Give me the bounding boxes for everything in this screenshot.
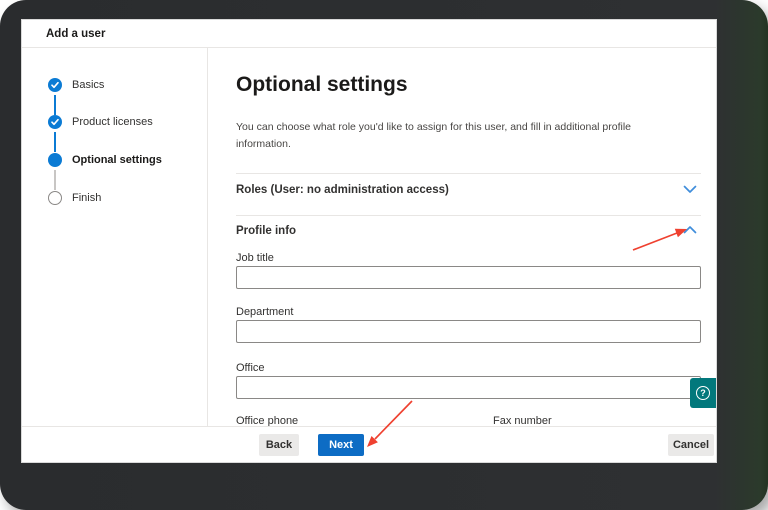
wizard-step-label: Product licenses	[72, 116, 153, 128]
back-button[interactable]: Back	[259, 434, 299, 456]
department-label: Department	[236, 306, 294, 318]
roles-section-label: Roles (User: no administration access)	[236, 184, 449, 196]
wizard-step-optional-settings[interactable]: Optional settings	[48, 153, 162, 167]
fax-number-label: Fax number	[493, 415, 552, 426]
add-user-dialog: Add a user Basics Product licenses Optio…	[22, 20, 716, 462]
wizard-step-product-licenses[interactable]: Product licenses	[48, 115, 153, 129]
chevron-down-icon[interactable]	[683, 181, 697, 199]
step-current-dot-icon	[48, 153, 62, 167]
office-input[interactable]	[236, 376, 701, 399]
step-connector	[54, 95, 56, 115]
dialog-title: Add a user	[46, 27, 106, 40]
wizard-step-label: Basics	[72, 79, 105, 91]
step-complete-check-icon	[48, 78, 62, 92]
roles-accordion-header[interactable]: Roles (User: no administration access)	[236, 177, 701, 203]
chevron-up-icon[interactable]	[683, 222, 697, 240]
step-complete-check-icon	[48, 115, 62, 129]
screenshot-stage: Add a user Basics Product licenses Optio…	[0, 0, 768, 510]
optional-settings-panel: Optional settings You can choose what ro…	[208, 48, 716, 426]
profile-info-accordion-header[interactable]: Profile info	[236, 218, 701, 244]
office-phone-label: Office phone	[236, 415, 299, 426]
wizard-step-label: Optional settings	[72, 154, 162, 166]
dialog-title-bar: Add a user	[22, 20, 716, 48]
help-button[interactable]: ?	[690, 378, 716, 408]
next-button[interactable]: Next	[318, 434, 364, 456]
page-title: Optional settings	[236, 73, 408, 96]
wizard-step-label: Finish	[72, 192, 102, 204]
dialog-footer: Back Next Cancel	[22, 426, 716, 462]
profile-info-section-label: Profile info	[236, 225, 297, 237]
office-label: Office	[236, 362, 265, 374]
job-title-label: Job title	[236, 252, 274, 264]
step-upcoming-circle-icon	[48, 191, 62, 205]
wizard-step-basics[interactable]: Basics	[48, 78, 104, 92]
job-title-input[interactable]	[236, 266, 701, 289]
help-icon: ?	[696, 386, 710, 400]
wizard-step-finish[interactable]: Finish	[48, 191, 101, 205]
wizard-sidebar: Basics Product licenses Optional setting…	[22, 48, 208, 426]
divider	[236, 173, 701, 174]
page-description: You can choose what role you'd like to a…	[236, 121, 632, 150]
department-input[interactable]	[236, 320, 701, 343]
step-connector	[54, 132, 56, 152]
divider	[236, 215, 701, 216]
cancel-button[interactable]: Cancel	[668, 434, 714, 456]
step-connector	[54, 170, 56, 190]
